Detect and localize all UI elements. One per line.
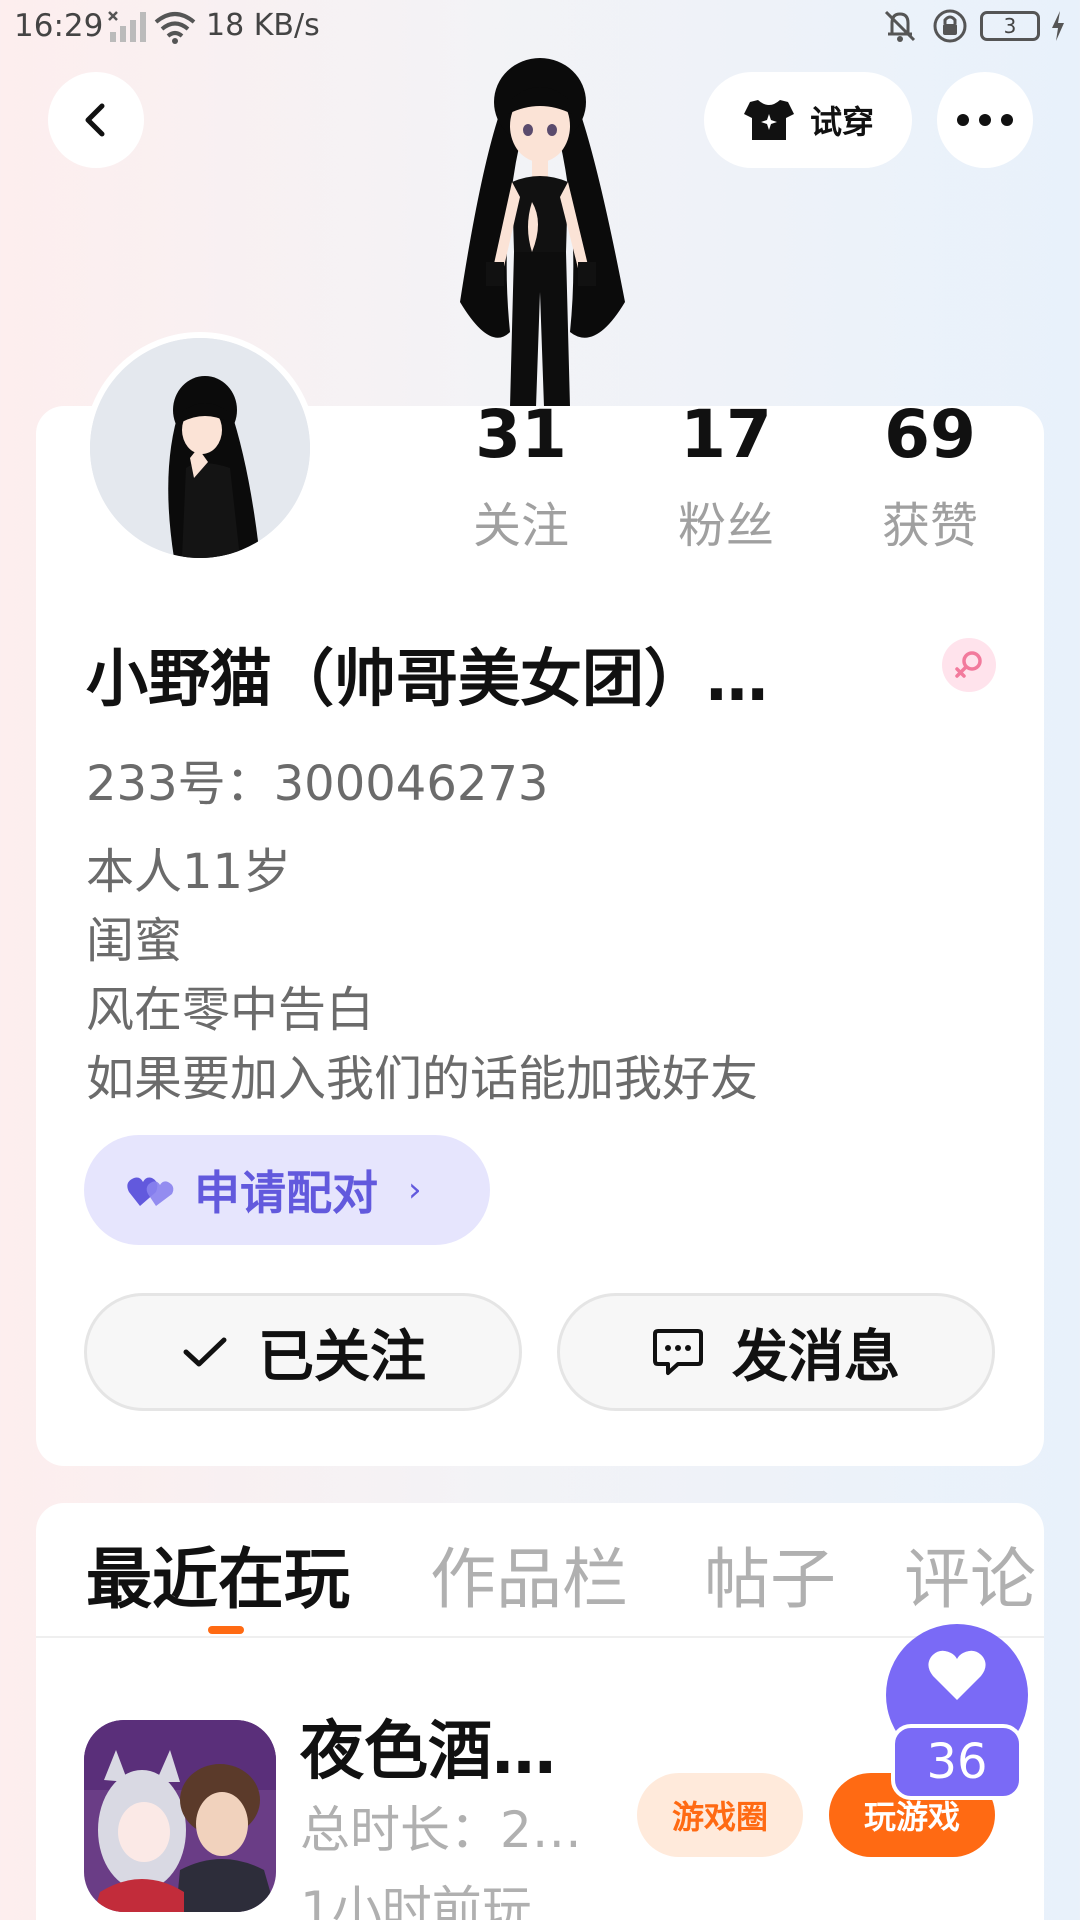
bio-line: 本人11岁: [86, 844, 292, 900]
active-tab-indicator: [208, 1626, 244, 1634]
profile-bio: 本人11岁 闺蜜 风在零中告白 如果要加入我们的话能加我好友: [86, 838, 758, 1114]
apply-pairing-button[interactable]: 申请配对 ›: [84, 1135, 490, 1245]
send-message-button[interactable]: 发消息: [557, 1293, 995, 1411]
bio-line: 如果要加入我们的话能加我好友: [86, 1051, 759, 1107]
status-time: 16:29: [14, 8, 104, 44]
tab-comments[interactable]: 评论: [904, 1526, 1036, 1622]
avatar-image: [90, 338, 310, 558]
tshirt-icon: [743, 100, 794, 140]
avatar-figure-image: [460, 58, 625, 407]
status-bar: 16:29 18 KB/s 3: [0, 0, 1080, 56]
back-button[interactable]: [48, 72, 144, 168]
tab-divider: [36, 1636, 1044, 1638]
mute-bell-icon: [884, 10, 916, 42]
stat-fans[interactable]: 17 粉丝: [646, 398, 806, 556]
likes-label: 获赞: [881, 498, 978, 554]
following-count: 31: [475, 396, 567, 473]
following-label: 关注: [472, 498, 569, 554]
stat-following[interactable]: 31 关注: [441, 398, 601, 556]
tab-posts[interactable]: 帖子: [704, 1526, 836, 1622]
followed-button[interactable]: 已关注: [84, 1293, 522, 1411]
tab-recently-played[interactable]: 最近在玩: [86, 1526, 350, 1622]
game-title[interactable]: 夜色酒…: [300, 1700, 556, 1792]
chat-bubble-icon: [653, 1329, 703, 1375]
heart-icon: [928, 1650, 986, 1700]
game-icon[interactable]: [84, 1720, 276, 1912]
back-arrow-icon: [85, 103, 105, 137]
tab-works[interactable]: 作品栏: [430, 1526, 628, 1622]
chevron-right-icon: ›: [408, 1170, 422, 1210]
try-on-button[interactable]: 试穿: [704, 72, 912, 168]
user-id: 233号：300046273: [86, 756, 549, 812]
signal-icon: [108, 11, 146, 42]
gender-female-icon: [942, 638, 996, 692]
profile-nickname: 小野猫（帅哥美女团）…: [86, 642, 769, 715]
wifi-icon: [154, 12, 196, 44]
apply-pairing-label: 申请配对: [194, 1166, 378, 1220]
game-total-time: 总时长：2…: [300, 1801, 582, 1859]
send-message-label: 发消息: [732, 1324, 900, 1390]
game-circle-button[interactable]: 游戏圈: [637, 1773, 803, 1857]
like-count-badge: 36: [891, 1724, 1023, 1800]
double-heart-icon: [127, 1177, 174, 1206]
rotation-lock-icon: [933, 9, 967, 43]
more-dots-icon: [957, 114, 1013, 126]
followed-label: 已关注: [258, 1324, 426, 1390]
game-last-played: 1小时前玩: [300, 1881, 532, 1920]
network-speed: 18 KB/s: [206, 8, 320, 43]
stat-likes[interactable]: 69 获赞: [850, 398, 1010, 556]
profile-avatar[interactable]: [84, 332, 316, 564]
more-options-button[interactable]: [937, 72, 1033, 168]
checkmark-icon: [183, 1337, 227, 1367]
bio-line: 闺蜜: [86, 913, 183, 969]
bio-line: 风在零中告白: [86, 982, 375, 1038]
charging-icon: [1052, 11, 1064, 41]
likes-count: 69: [884, 396, 976, 473]
status-right: 3: [880, 8, 1066, 44]
try-on-label: 试穿: [809, 103, 874, 141]
fans-label: 粉丝: [677, 498, 774, 554]
fans-count: 17: [680, 396, 772, 473]
battery-indicator: 3: [980, 11, 1040, 41]
